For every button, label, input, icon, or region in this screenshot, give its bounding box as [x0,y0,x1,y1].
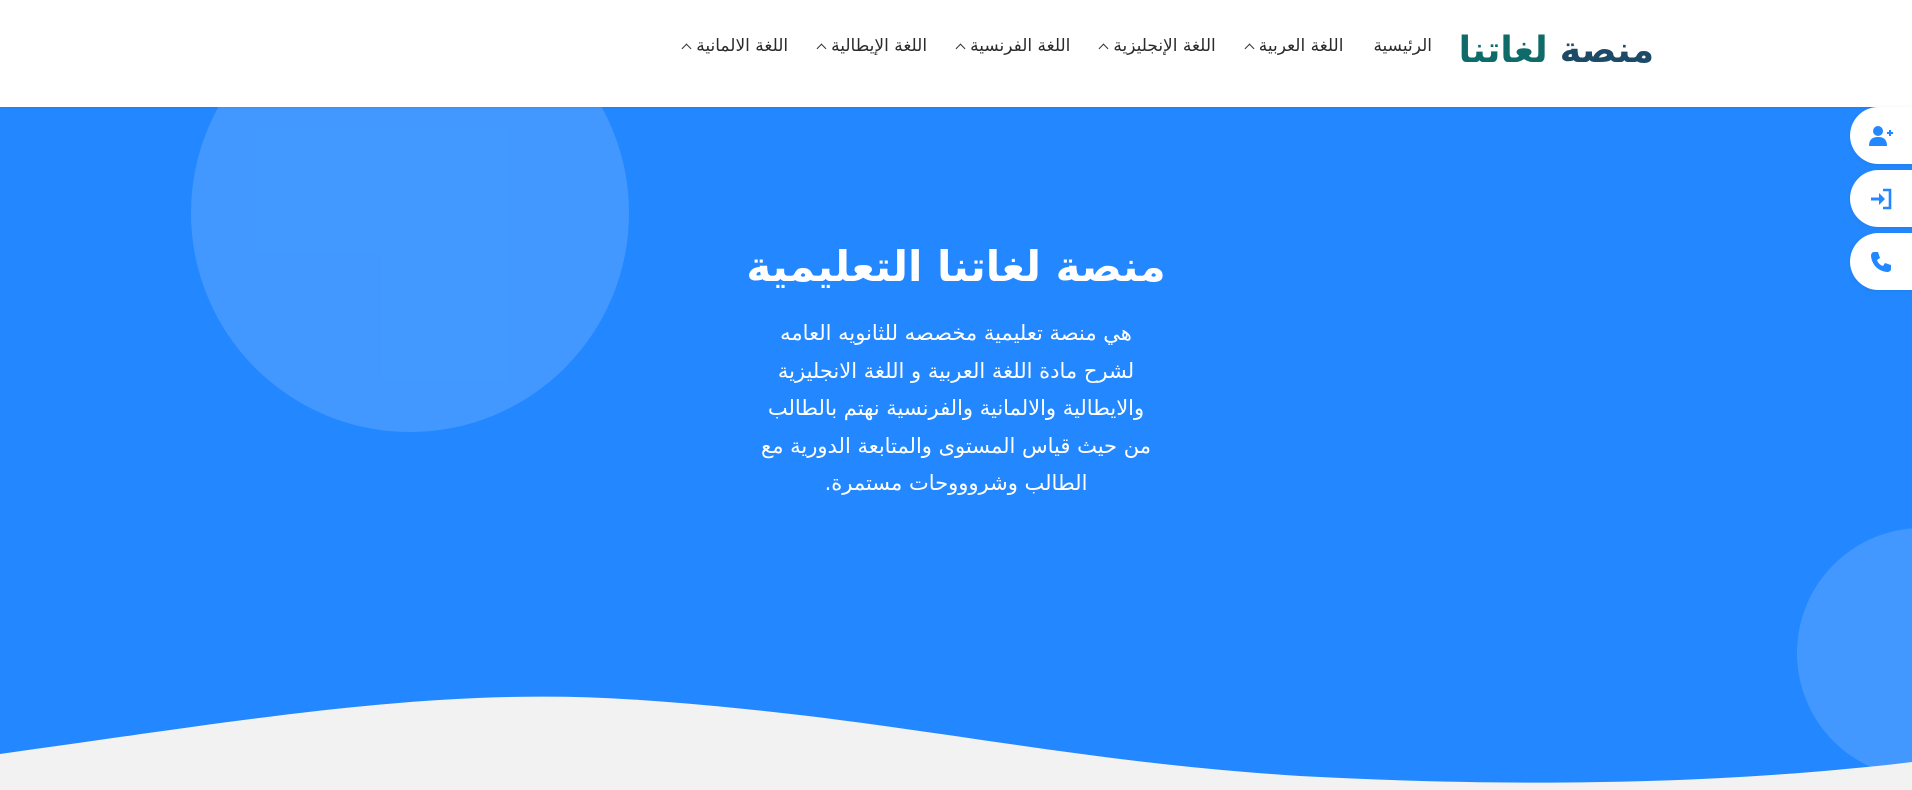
hero-bottom-wave [0,696,1912,790]
site-header: منصة لغاتنا الرئيسية اللغة العربية اللغة… [0,0,1912,107]
hero-description-line: والايطالية والالمانية والفرنسية نهتم بال… [767,396,1145,420]
chevron-up-icon [681,43,692,53]
site-logo[interactable]: منصة لغاتنا [1459,26,1654,76]
logo-word-1: منصة [1559,30,1654,71]
nav-item-arabic[interactable]: اللغة العربية [1244,36,1344,56]
hero-description-line: الطالب وشروووحات مستمرة. [824,471,1088,495]
hero-title: منصة لغاتنا التعليمية [746,242,1166,291]
nav-item-label: اللغة الإيطالية [831,36,928,56]
chevron-up-icon [1098,43,1109,53]
phone-icon [1871,251,1891,272]
hero-description: هي منصة تعليمية مخصصه للثانويه العامه لش… [706,315,1206,503]
chevron-up-icon [816,43,827,53]
register-button[interactable] [1850,107,1912,164]
nav-item-label: اللغة العربية [1258,36,1344,56]
hero-description-line: لشرح مادة اللغة العربية و اللغة الانجليز… [777,358,1135,383]
user-plus-icon [1869,125,1893,146]
sign-in-icon [1871,188,1892,209]
logo-word-2: لغاتنا [1458,30,1548,71]
contact-phone-button[interactable] [1850,233,1912,290]
nav-item-german[interactable]: اللغة الالمانية [681,36,789,56]
nav-item-english[interactable]: اللغة الإنجليزية [1098,36,1216,56]
nav-item-italian[interactable]: اللغة الإيطالية [816,36,928,56]
chevron-up-icon [1244,43,1255,53]
nav-item-home[interactable]: الرئيسية [1373,36,1432,56]
main-nav: الرئيسية اللغة العربية اللغة الإنجليزية … [681,36,1432,56]
chevron-up-icon [955,43,966,53]
hero-description-line: هي منصة تعليمية مخصصه للثانويه العامه [780,321,1132,345]
nav-item-label: اللغة الفرنسية [970,36,1071,56]
nav-item-french[interactable]: اللغة الفرنسية [955,36,1071,56]
nav-item-label: الرئيسية [1373,36,1432,56]
nav-item-label: اللغة الإنجليزية [1113,36,1216,56]
login-button[interactable] [1850,170,1912,227]
hero-description-line: من حيث قياس المستوى والمتابعة الدورية مع [761,433,1151,458]
hero-section: منصة لغاتنا التعليمية هي منصة تعليمية مخ… [0,107,1912,790]
nav-item-label: اللغة الالمانية [696,36,789,56]
